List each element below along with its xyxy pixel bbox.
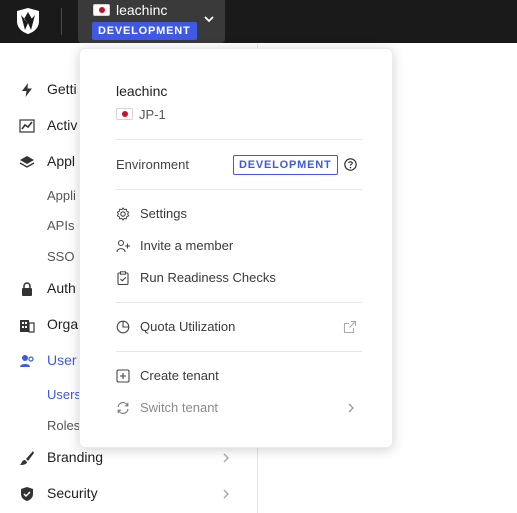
dropdown-tenant-name: leachinc	[116, 83, 168, 99]
dropdown-region: JP-1	[116, 107, 166, 122]
activity-icon	[19, 119, 35, 133]
sidebar-item-label: Activ	[47, 117, 78, 133]
menu-item-label: Settings	[140, 206, 187, 221]
tenant-dropdown-menu: leachinc JP-1 Environment DEVELOPMENT Se…	[79, 48, 393, 448]
sidebar-item-label: Appl	[47, 153, 76, 169]
sidebar-item-label: User	[47, 352, 77, 368]
clipboard-check-icon	[117, 271, 129, 285]
menu-item-label: Quota Utilization	[140, 319, 236, 334]
region-label: JP-1	[139, 107, 166, 122]
sidebar-subitem-label: Roles	[47, 418, 81, 433]
sidebar-item-label: Orga	[47, 316, 79, 332]
user-plus-icon	[116, 239, 130, 253]
divider	[116, 139, 362, 140]
users-icon	[20, 355, 34, 367]
environment-badge: DEVELOPMENT	[92, 22, 197, 40]
external-link-icon	[343, 320, 357, 334]
divider	[116, 302, 362, 303]
tenant-switcher-button[interactable]: leachinc DEVELOPMENT	[78, 0, 225, 43]
sidebar-item-label: Auth	[47, 280, 76, 296]
switch-icon	[117, 402, 129, 414]
building-icon	[20, 320, 35, 333]
divider	[116, 189, 362, 190]
bolt-icon	[22, 83, 32, 97]
gear-icon	[116, 207, 130, 221]
japan-flag-icon	[116, 108, 133, 120]
sidebar-subitem-label: APIs	[47, 218, 75, 233]
sidebar-item-label: Security	[47, 485, 98, 501]
topbar-divider	[61, 8, 62, 35]
menu-item-settings[interactable]: Settings	[116, 202, 366, 226]
auth0-logo-icon[interactable]	[13, 6, 43, 36]
sidebar-subitem-label: Appli	[47, 188, 76, 203]
plus-square-icon	[116, 369, 130, 383]
sidebar-subitem-label: SSO	[47, 249, 75, 264]
japan-flag-icon	[93, 4, 110, 16]
divider	[116, 351, 362, 352]
sidebar-item-label: Getti	[47, 81, 77, 97]
menu-item-create-tenant[interactable]: Create tenant	[116, 364, 366, 388]
menu-item-switch-tenant[interactable]: Switch tenant	[116, 396, 366, 420]
brush-icon	[20, 451, 34, 465]
pie-chart-icon	[116, 320, 130, 334]
chevron-down-icon	[204, 16, 214, 23]
environment-badge: DEVELOPMENT	[233, 155, 338, 175]
chevron-right-icon	[223, 489, 229, 499]
shield-icon	[21, 487, 33, 501]
sidebar-item-security[interactable]: Security	[0, 478, 257, 510]
environment-label: Environment	[116, 157, 189, 172]
menu-item-label: Create tenant	[140, 368, 219, 383]
sidebar-item-label: Branding	[47, 449, 104, 465]
lock-icon	[22, 282, 32, 296]
menu-item-readiness-checks[interactable]: Run Readiness Checks	[116, 266, 366, 290]
sidebar-subitem-label: Users	[47, 387, 81, 402]
menu-item-invite-member[interactable]: Invite a member	[116, 234, 366, 258]
menu-item-label: Switch tenant	[140, 400, 219, 415]
layers-icon	[19, 156, 35, 168]
menu-item-quota-utilization[interactable]: Quota Utilization	[116, 315, 366, 339]
chevron-right-icon	[348, 403, 354, 413]
top-bar: leachinc DEVELOPMENT	[0, 0, 517, 43]
chevron-right-icon	[223, 453, 229, 463]
tenant-name: leachinc	[116, 2, 168, 18]
help-icon[interactable]	[344, 158, 357, 171]
menu-item-label: Invite a member	[140, 238, 234, 253]
menu-item-label: Run Readiness Checks	[140, 270, 276, 285]
